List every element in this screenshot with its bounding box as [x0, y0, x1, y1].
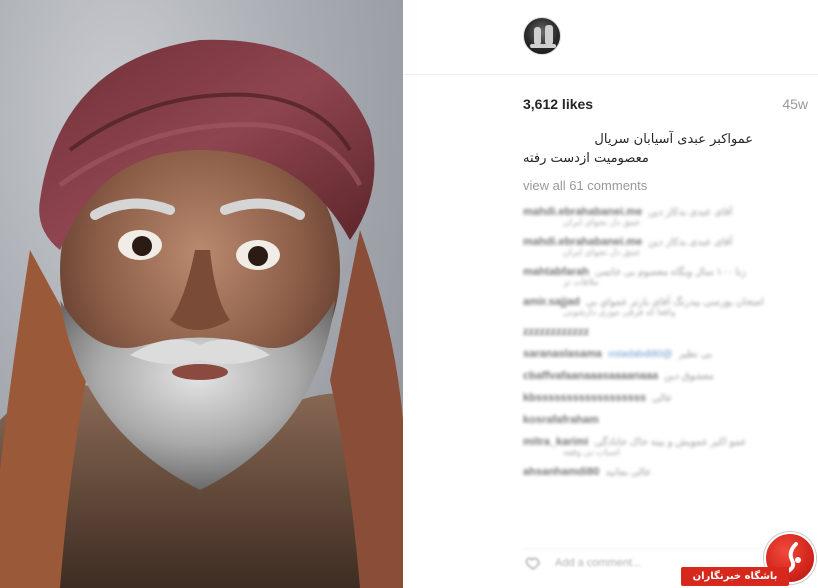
comment-username[interactable]: kbssssssssssssssssss: [523, 392, 646, 404]
comment-text: زنا ۱۰۰ سال وبگاه معصوم بی خاتمی: [595, 266, 747, 278]
post-header: [403, 0, 818, 75]
post-caption: عمواکبر عبدی آسیابان سریال معصومیت ازدست…: [523, 130, 753, 168]
post-age[interactable]: 45w: [782, 96, 808, 112]
comment-mention[interactable]: @ostadabdi80: [608, 349, 673, 360]
post-photo[interactable]: [0, 0, 403, 588]
comment-username[interactable]: saranaslasama: [523, 348, 602, 360]
comment-item: amir.sajjad امتحان بورسی بیدرنگ آقای بارت…: [523, 291, 798, 321]
comment-subtext: اسباب بی وقفه: [563, 447, 621, 457]
comment-subtext: ملاقات تر: [563, 277, 599, 287]
comment-item: mahtabfarah زنا ۱۰۰ سال وبگاه معصوم بی خا…: [523, 261, 798, 291]
comment-username[interactable]: zzzzzzzzzzzz: [523, 326, 589, 338]
comment-item: kosrafafraham: [523, 409, 798, 431]
comment-subtext: عمق دل نجواي ايران: [563, 247, 641, 257]
comment-text: امتحان بورسی بیدرنگ آقای بارتر عمواي بی: [585, 296, 764, 308]
portrait-illustration: [0, 39, 403, 588]
comment-item: ahsanhamdi80 عالی بمانید: [523, 461, 798, 483]
comment-subtext: عمق دل نجواي ايران: [563, 217, 641, 227]
add-comment-input[interactable]: Add a comment...: [555, 557, 641, 569]
comment-item: kbssssssssssssssssss عالی: [523, 387, 798, 409]
comment-text: آقای عبدی بدکار دین: [648, 236, 733, 248]
heart-icon[interactable]: [525, 555, 541, 571]
comment-username[interactable]: kosrafafraham: [523, 414, 599, 426]
comment-text: عالی بمانید: [605, 466, 652, 478]
comment-text: معشوق دین: [664, 370, 714, 382]
comment-username[interactable]: cbaffvafaanaaasaaaanaaa: [523, 370, 658, 382]
profile-avatar[interactable]: [523, 17, 561, 55]
comment-item: mahdi.ebrahabanei.me آقای عبدی بدکار دین …: [523, 231, 798, 261]
comment-item: mitra_karimi عمو اکبر عمويش و بینه خاک خا…: [523, 431, 798, 461]
comment-text: آقای عبدی بدکار دین: [648, 206, 733, 218]
comment-username[interactable]: ahsanhamdi80: [523, 466, 599, 478]
comments-list: mahdi.ebrahabanei.me آقای عبدی بدکار دین …: [523, 201, 798, 483]
watermark-label: باشگاه خبرنگاران: [681, 567, 789, 586]
comment-item: saranaslasama @ostadabdi80 بی نظیر: [523, 343, 798, 365]
comment-subtext: واقعا که فرقی موزی دارشونی: [563, 307, 676, 317]
likes-count[interactable]: 3,612 likes: [523, 96, 593, 112]
comment-item: mahdi.ebrahabanei.me آقای عبدی بدکار دین …: [523, 201, 798, 231]
post-details-panel: 3,612 likes 45w عمواکبر عبدی آسیابان سری…: [403, 0, 818, 588]
comment-text: بی نظیر: [678, 348, 712, 360]
caption-line-1: عمواکبر عبدی آسیابان سریال: [594, 132, 753, 147]
comment-item: cbaffvafaanaaasaaaanaaa معشوق دین: [523, 365, 798, 387]
comment-text: عمو اکبر عمويش و بینه خاک خانادگی: [594, 436, 747, 448]
comment-text: عالی: [651, 392, 673, 404]
comment-item: zzzzzzzzzzzz: [523, 321, 798, 343]
view-all-comments-link[interactable]: view all 61 comments: [523, 178, 647, 193]
caption-line-2: معصومیت ازدست رفته: [523, 151, 649, 166]
